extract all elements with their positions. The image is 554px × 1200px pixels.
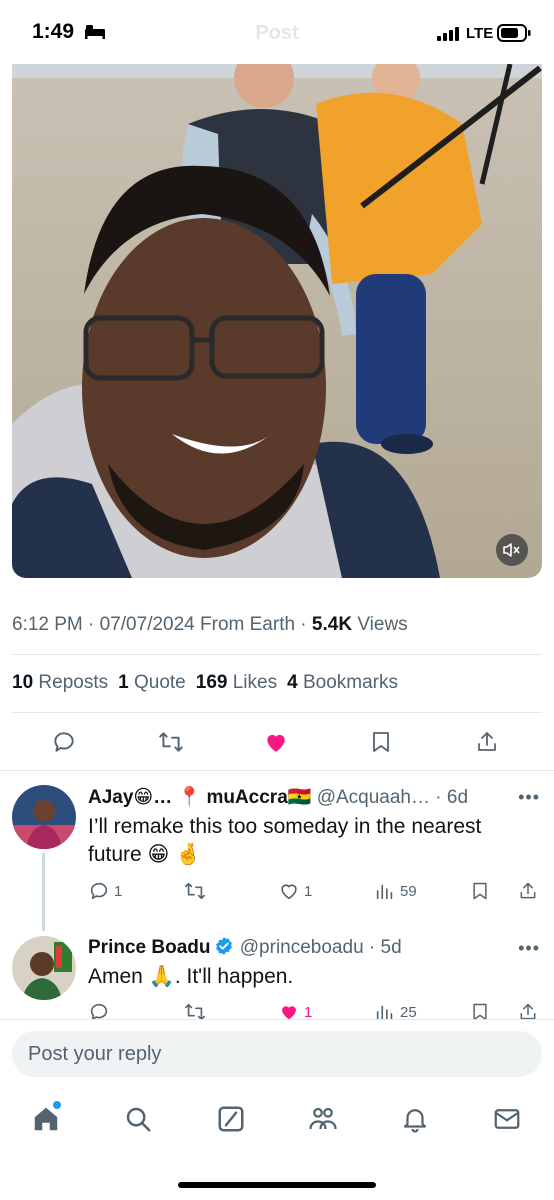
tab-bar bbox=[0, 1102, 554, 1142]
tab-notifications[interactable] bbox=[398, 1102, 432, 1136]
reply-text: Amen 🙏. It'll happen. bbox=[88, 965, 294, 988]
tab-home[interactable] bbox=[29, 1102, 63, 1136]
home-indicator bbox=[178, 1182, 376, 1188]
video-frame-illustration bbox=[12, 64, 542, 578]
more-options-button[interactable]: ••• bbox=[518, 787, 540, 808]
likes-stat[interactable]: 169 Likes bbox=[196, 672, 277, 693]
share-button[interactable] bbox=[473, 728, 501, 756]
messages-icon bbox=[494, 1109, 520, 1129]
tab-communities[interactable] bbox=[306, 1102, 340, 1136]
bookmarks-label: Bookmarks bbox=[302, 672, 398, 693]
reply-input[interactable]: Post your reply bbox=[12, 1031, 542, 1077]
share-icon bbox=[520, 882, 536, 899]
home-icon bbox=[34, 1107, 58, 1131]
mute-icon bbox=[503, 543, 520, 557]
avatar[interactable] bbox=[12, 936, 76, 1000]
reposts-label: Reposts bbox=[38, 672, 109, 693]
share-button[interactable] bbox=[518, 880, 538, 902]
post-action-bar bbox=[0, 728, 554, 756]
post-timestamp: 6:12 PM · 07/07/2024 From Earth · bbox=[12, 614, 312, 635]
reply-item[interactable]: Prince Boadu @princeboadu · 5d ••• Amen … bbox=[0, 931, 554, 1021]
reply-icon bbox=[54, 732, 74, 752]
reply-author-handle[interactable]: @Acquaah… · 6d bbox=[317, 787, 468, 808]
share-icon bbox=[478, 732, 496, 751]
reply-button[interactable] bbox=[50, 728, 78, 756]
repost-button[interactable] bbox=[184, 880, 210, 902]
battery-icon bbox=[497, 24, 531, 42]
reply-item[interactable]: AJay😁… 📍 muAccra🇬🇭 @Acquaah… · 6d ••• I’… bbox=[0, 771, 554, 931]
views-count: 25 bbox=[400, 1003, 417, 1021]
likes-label: Likes bbox=[232, 672, 278, 693]
like-button[interactable]: 1 bbox=[278, 880, 312, 902]
verified-badge-icon bbox=[216, 937, 233, 955]
thread-line bbox=[42, 853, 45, 931]
views-label: Views bbox=[352, 614, 408, 635]
likes-count: 169 bbox=[195, 672, 228, 693]
more-options-button[interactable]: ••• bbox=[518, 938, 540, 959]
like-icon bbox=[267, 734, 285, 752]
divider bbox=[0, 1019, 554, 1020]
reply-author-name[interactable]: AJay😁… 📍 muAccra🇬🇭 bbox=[88, 787, 311, 808]
avatar-image bbox=[12, 936, 76, 1000]
like-icon bbox=[281, 884, 297, 900]
like-count: 1 bbox=[304, 1003, 313, 1021]
like-button[interactable] bbox=[262, 728, 290, 756]
divider bbox=[12, 654, 542, 655]
post-meta: 6:12 PM · 07/07/2024 From Earth · 5.4K V… bbox=[12, 614, 408, 636]
network-label: LTE bbox=[466, 25, 494, 42]
repost-icon bbox=[185, 882, 205, 900]
bookmark-button[interactable] bbox=[367, 728, 395, 756]
quotes-count: 1 bbox=[118, 672, 129, 693]
repost-button[interactable] bbox=[157, 728, 185, 756]
communities-icon bbox=[309, 1107, 337, 1130]
reply-icon bbox=[90, 882, 108, 900]
like-count: 1 bbox=[304, 882, 313, 900]
avatar[interactable] bbox=[12, 785, 76, 849]
reply-author-handle[interactable]: @princeboadu · 5d bbox=[240, 937, 402, 958]
reply-button[interactable]: 1 bbox=[88, 880, 122, 902]
reply-header: Prince Boadu @princeboadu · 5d bbox=[88, 936, 402, 959]
status-bar: 1:49 Post LTE bbox=[0, 0, 554, 64]
post-stats: 10 Reposts 1 Quote 169 Likes 4 Bookmarks bbox=[12, 672, 398, 694]
reposts-stat[interactable]: 10 Reposts bbox=[12, 672, 108, 693]
bookmark-icon bbox=[373, 732, 389, 752]
bookmark-icon bbox=[473, 882, 487, 900]
reply-header: AJay😁… 📍 muAccra🇬🇭 @Acquaah… · 6d bbox=[88, 785, 468, 809]
search-icon bbox=[126, 1107, 151, 1132]
compose-icon bbox=[218, 1106, 244, 1132]
reply-author-name[interactable]: Prince Boadu bbox=[88, 937, 210, 958]
quotes-stat[interactable]: 1 Quote bbox=[118, 672, 186, 693]
post-video[interactable] bbox=[12, 64, 542, 578]
cellular-signal-icon bbox=[437, 27, 459, 41]
bookmarks-stat[interactable]: 4 Bookmarks bbox=[287, 672, 398, 693]
tab-search[interactable] bbox=[121, 1102, 155, 1136]
views-count[interactable]: 5.4K bbox=[312, 614, 352, 635]
reply-count: 1 bbox=[114, 882, 123, 900]
views-button[interactable]: 59 bbox=[374, 880, 417, 902]
reposts-count: 10 bbox=[12, 672, 34, 693]
tab-grok[interactable] bbox=[214, 1102, 248, 1136]
views-count: 59 bbox=[400, 882, 417, 900]
tab-messages[interactable] bbox=[490, 1102, 524, 1136]
reply-text: I’ll remake this too someday in the near… bbox=[88, 815, 482, 866]
views-icon bbox=[376, 884, 393, 900]
quotes-label: Quote bbox=[133, 672, 186, 693]
bookmark-button[interactable] bbox=[470, 880, 490, 902]
reply-action-bar: 1 1 59 bbox=[88, 880, 548, 904]
avatar-image bbox=[12, 785, 76, 849]
mute-button[interactable] bbox=[496, 534, 528, 566]
divider bbox=[12, 712, 542, 713]
notifications-icon bbox=[403, 1109, 427, 1133]
repost-icon bbox=[159, 732, 183, 752]
bookmarks-count: 4 bbox=[287, 672, 298, 693]
